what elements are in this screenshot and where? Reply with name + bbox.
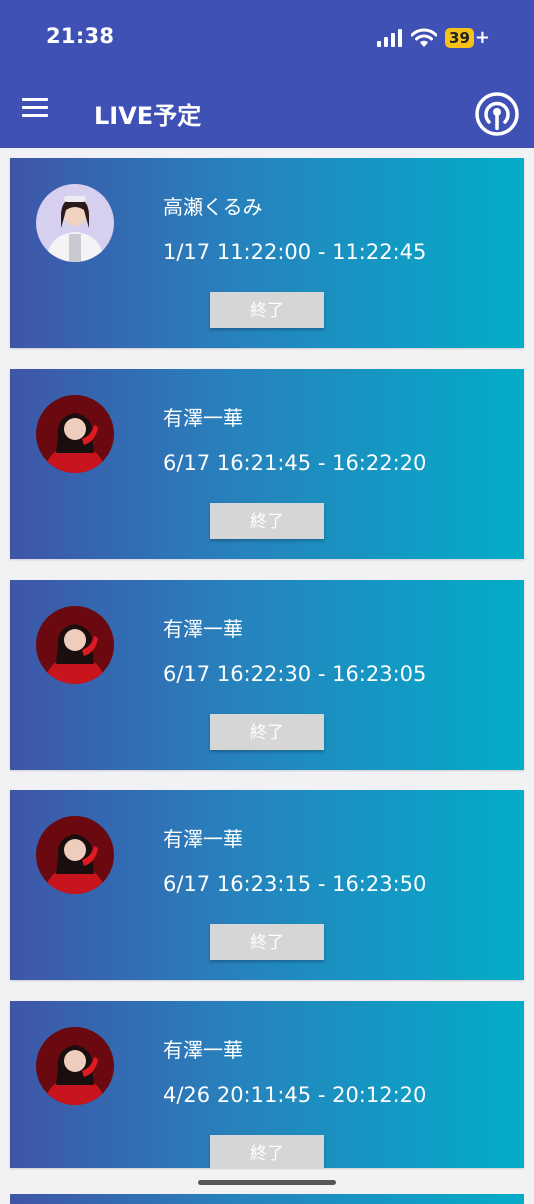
status-time: 21:38 — [46, 24, 115, 48]
app-bar: 21:38 39 + LIVE予定 — [0, 0, 534, 148]
live-card[interactable]: 高瀬くるみ 1/17 11:22:00 - 11:22:45 終了 — [10, 158, 524, 348]
live-time-range: 1/17 11:22:00 - 11:22:45 — [163, 240, 427, 264]
live-card[interactable]: 有澤一華 6/17 16:22:30 - 16:23:05 終了 — [10, 580, 524, 770]
live-card-partial — [10, 1194, 524, 1204]
end-button[interactable]: 終了 — [210, 503, 324, 539]
live-card[interactable]: 有澤一華 6/17 16:23:15 - 16:23:50 終了 — [10, 790, 524, 980]
live-card[interactable]: 有澤一華 4/26 20:11:45 - 20:12:20 終了 — [10, 1001, 524, 1168]
signal-icon — [377, 29, 403, 47]
home-indicator[interactable] — [198, 1180, 336, 1185]
performer-name: 有澤一華 — [163, 406, 243, 430]
performer-name: 有澤一華 — [163, 827, 243, 851]
end-button[interactable]: 終了 — [210, 714, 324, 750]
live-time-range: 6/17 16:22:30 - 16:23:05 — [163, 662, 427, 686]
hamburger-menu-icon[interactable] — [22, 98, 50, 120]
avatar[interactable] — [36, 816, 114, 894]
performer-name: 有澤一華 — [163, 1038, 243, 1062]
live-card[interactable]: 有澤一華 6/17 16:21:45 - 16:22:20 終了 — [10, 369, 524, 559]
broadcast-icon[interactable] — [474, 91, 520, 137]
end-button[interactable]: 終了 — [210, 924, 324, 960]
avatar[interactable] — [36, 184, 114, 262]
battery-charging-mark: + — [474, 27, 490, 48]
avatar[interactable] — [36, 1027, 114, 1105]
performer-name: 高瀬くるみ — [163, 195, 263, 219]
live-time-range: 4/26 20:11:45 - 20:12:20 — [163, 1083, 427, 1107]
live-time-range: 6/17 16:23:15 - 16:23:50 — [163, 872, 427, 896]
performer-name: 有澤一華 — [163, 617, 243, 641]
page-title: LIVE予定 — [94, 102, 202, 130]
avatar[interactable] — [36, 606, 114, 684]
avatar[interactable] — [36, 395, 114, 473]
live-time-range: 6/17 16:21:45 - 16:22:20 — [163, 451, 427, 475]
wifi-icon — [411, 28, 438, 47]
end-button[interactable]: 終了 — [210, 1135, 324, 1168]
battery-level: 39 — [445, 28, 474, 48]
end-button[interactable]: 終了 — [210, 292, 324, 328]
battery-indicator: 39 + — [445, 28, 490, 48]
status-icons: 39 + — [377, 26, 490, 50]
